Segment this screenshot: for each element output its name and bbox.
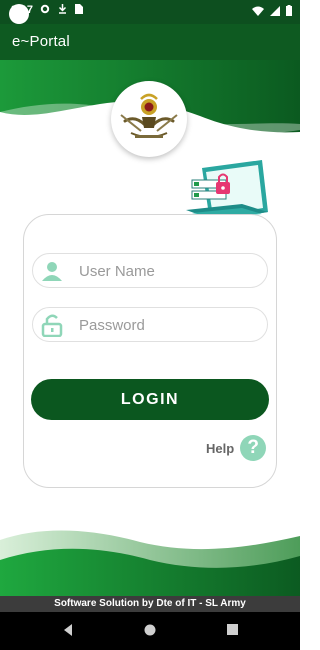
settings-icon bbox=[40, 4, 50, 14]
app-bar: e~Portal bbox=[0, 24, 300, 60]
status-right-icons bbox=[252, 5, 292, 16]
footer-credit: Software Solution by Dte of IT - SL Army bbox=[0, 596, 300, 612]
user-icon bbox=[42, 262, 62, 281]
signal-icon bbox=[270, 5, 280, 16]
app-title: e~Portal bbox=[12, 33, 70, 50]
army-emblem-logo bbox=[111, 81, 187, 157]
lock-open-icon bbox=[41, 314, 63, 337]
home-button[interactable] bbox=[144, 624, 156, 636]
username-input[interactable] bbox=[77, 258, 261, 284]
bottom-wave-decoration bbox=[0, 530, 300, 596]
username-field bbox=[32, 253, 268, 288]
back-button[interactable] bbox=[62, 624, 74, 636]
help-label: Help bbox=[206, 440, 235, 456]
emblem-icon bbox=[120, 93, 178, 138]
password-field bbox=[32, 307, 268, 342]
system-nav-bar bbox=[0, 612, 300, 650]
sim-icon bbox=[75, 4, 83, 14]
help-question-icon[interactable]: ? bbox=[240, 435, 267, 461]
camera-cutout bbox=[9, 4, 29, 24]
status-left-icons bbox=[40, 4, 83, 14]
login-button[interactable]: LOGIN bbox=[31, 379, 269, 420]
download-icon bbox=[58, 4, 67, 14]
password-input[interactable] bbox=[77, 312, 261, 338]
recents-button[interactable] bbox=[227, 624, 238, 635]
help-link[interactable]: Help ? bbox=[206, 433, 267, 463]
battery-icon bbox=[286, 5, 292, 16]
wifi-icon bbox=[252, 6, 264, 16]
status-bar: 8:17 bbox=[0, 0, 300, 24]
